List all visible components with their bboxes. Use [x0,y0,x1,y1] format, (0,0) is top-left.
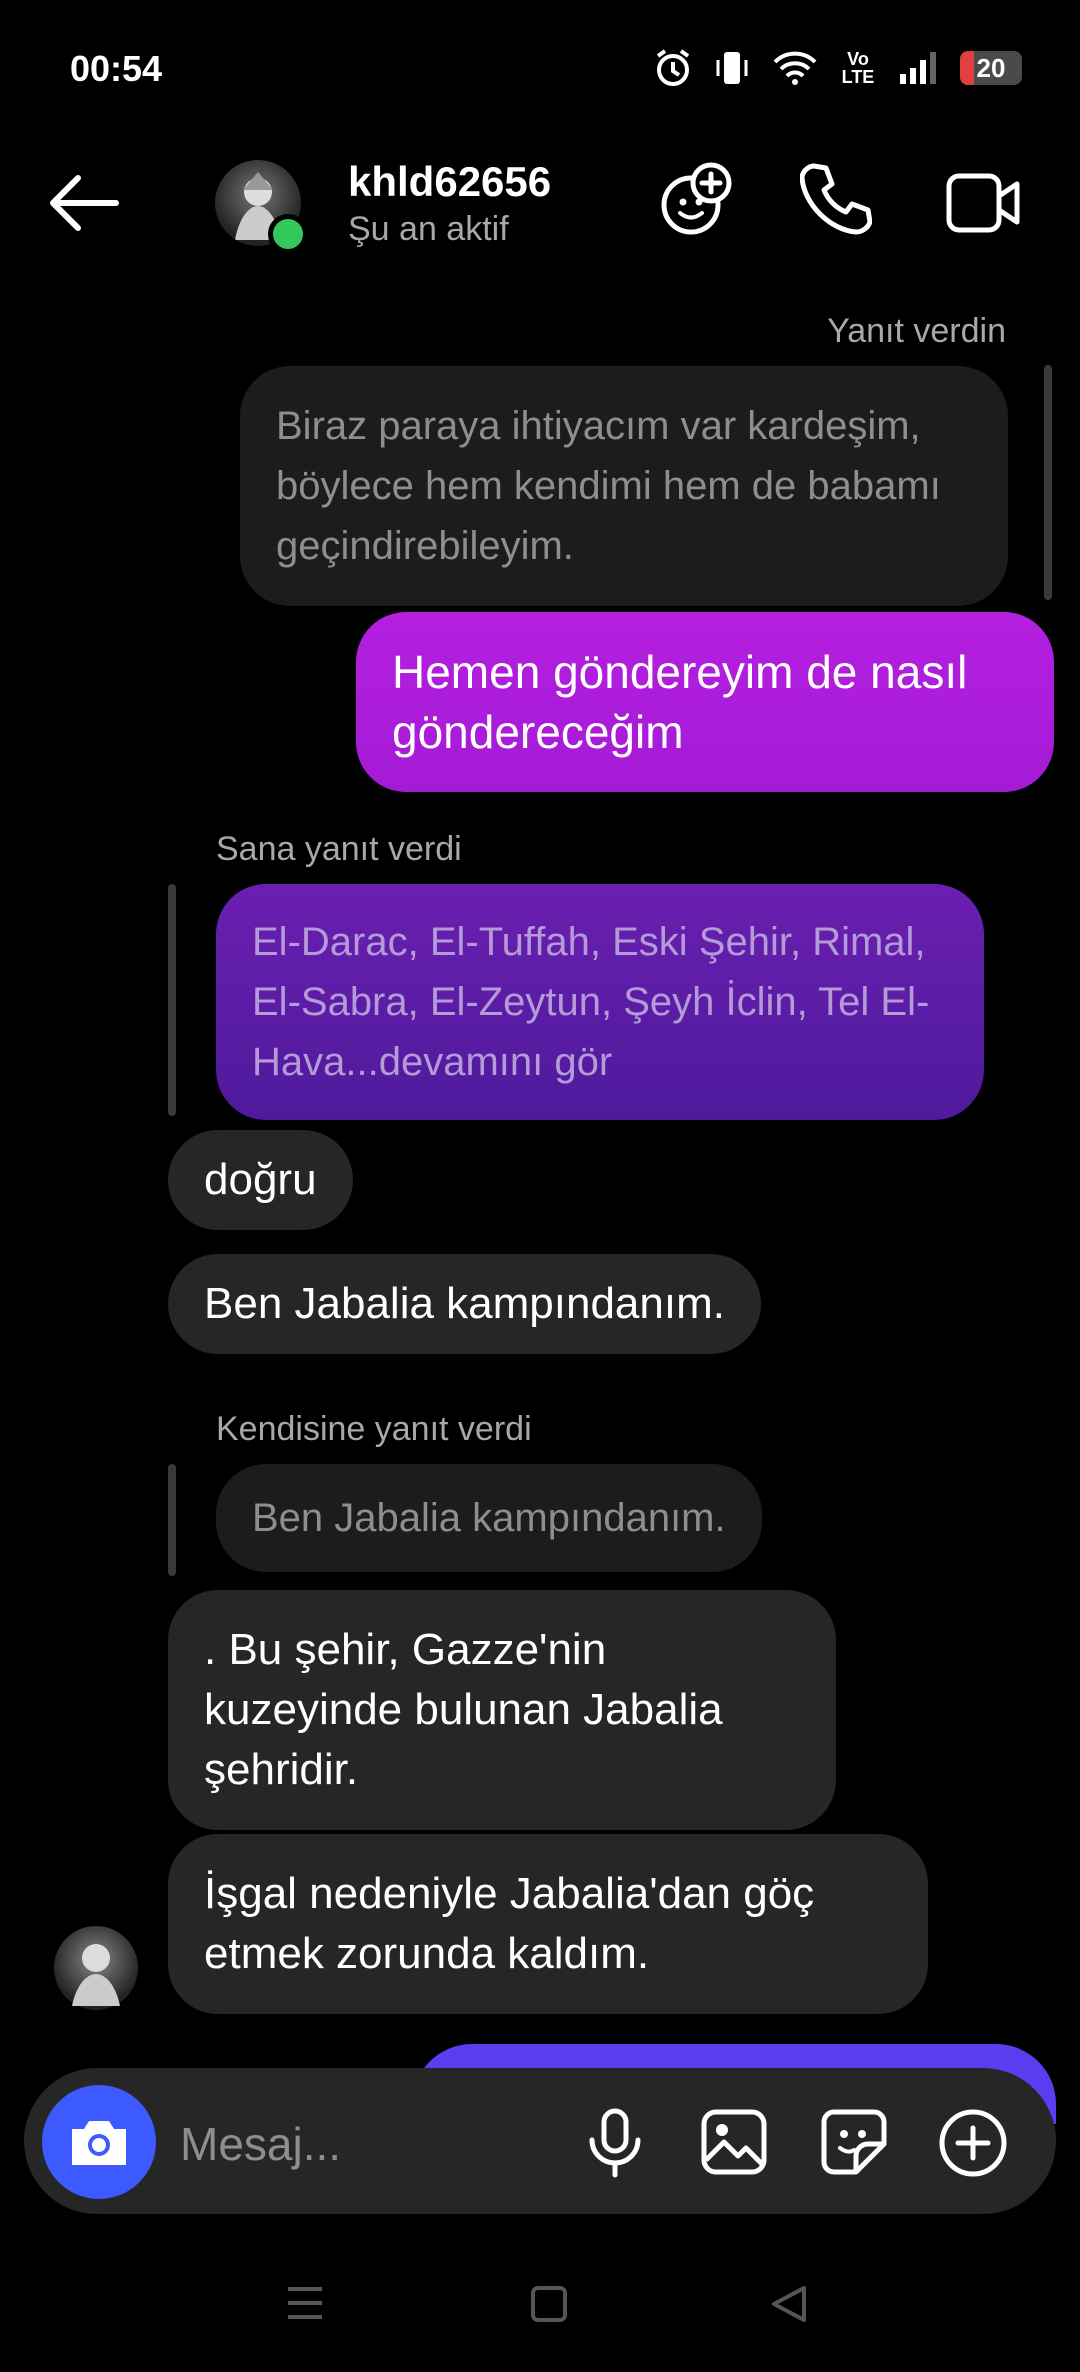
alarm-icon [656,49,690,86]
microphone-icon[interactable] [584,2108,646,2178]
wifi-icon [773,51,817,85]
gallery-icon[interactable] [700,2108,768,2176]
video-call-icon[interactable] [946,170,1022,236]
reply-meta: Sana yanıt verdi [216,830,462,868]
quote-bar [168,1464,176,1576]
status-icons: Vo LTE 20 [654,48,1022,88]
quoted-message[interactable]: Biraz paraya ihtiyacım var kardeşim, böy… [240,366,1008,606]
incoming-message[interactable]: . Bu şehir, Gazze'nin kuzeyinde bulunan … [168,1590,836,1830]
reply-meta: Kendisine yanıt verdi [216,1410,532,1448]
effects-icon[interactable] [658,160,736,238]
incoming-message[interactable]: doğru [168,1130,353,1230]
add-icon[interactable] [938,2108,1008,2178]
scrollbar[interactable] [1044,365,1052,600]
vibrate-icon [716,52,748,84]
signal-icon [900,52,936,84]
reply-meta: Yanıt verdin [827,312,1006,350]
back-nav-icon[interactable] [770,2285,808,2323]
phone-call-icon[interactable] [800,160,872,238]
sticker-icon[interactable] [820,2108,888,2176]
quote-bar [168,884,176,1116]
message-input[interactable] [178,2110,562,2178]
quoted-message[interactable]: El-Darac, El-Tuffah, Eski Şehir, Rimal, … [216,884,984,1120]
quoted-message[interactable]: Ben Jabalia kampındanım. [216,1464,762,1572]
home-nav-icon[interactable] [530,2285,568,2323]
sender-avatar[interactable] [54,1926,138,2010]
incoming-message[interactable]: İşgal nedeniyle Jabalia'dan göç etmek zo… [168,1834,928,2014]
online-status-dot [268,214,308,254]
incoming-message[interactable]: Ben Jabalia kampındanım. [168,1254,761,1354]
camera-icon [72,2121,126,2165]
outgoing-message[interactable]: Hemen göndereyim de nasıl göndereceğim [356,612,1054,792]
back-arrow-icon[interactable] [48,172,120,234]
battery-indicator: 20 [960,51,1022,85]
camera-button[interactable] [42,2085,156,2199]
username[interactable]: khld62656 [348,158,551,206]
status-time: 00:54 [70,48,163,89]
menu-nav-icon[interactable] [286,2285,324,2321]
active-status: Şu an aktif [348,210,509,248]
volte-label: Vo LTE [841,49,875,87]
